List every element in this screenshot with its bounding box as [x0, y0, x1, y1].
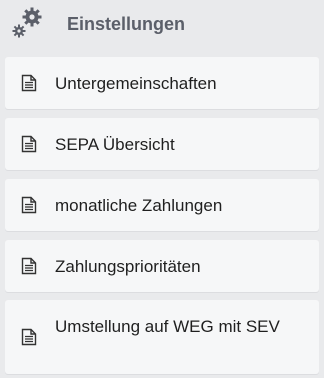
document-icon	[21, 257, 37, 275]
menu-item-label: Umstellung auf WEG mit SEV	[55, 317, 280, 336]
document-icon	[21, 74, 37, 92]
menu-item-label: Untergemeinschaften	[55, 74, 217, 93]
menu-item-label: monatliche Zahlungen	[55, 196, 223, 215]
menu-item-sepa-uebersicht[interactable]: SEPA Übersicht	[5, 118, 319, 170]
settings-header: Einstellungen	[0, 0, 324, 48]
page-title: Einstellungen	[67, 14, 186, 34]
document-icon	[21, 328, 37, 346]
menu-item-label: Zahlungsprioritäten	[55, 257, 201, 276]
menu-item-label: SEPA Übersicht	[55, 135, 175, 154]
document-icon	[21, 135, 37, 153]
settings-panel: Einstellungen Untergemeinschaften SEPA Ü…	[0, 0, 324, 378]
document-icon	[21, 196, 37, 214]
menu-item-untergemeinschaften[interactable]: Untergemeinschaften	[5, 57, 319, 109]
menu-item-monatliche-zahlungen[interactable]: monatliche Zahlungen	[5, 179, 319, 231]
menu-item-zahlungsprioritaeten[interactable]: Zahlungsprioritäten	[5, 240, 319, 292]
menu-item-umstellung-weg-sev[interactable]: Umstellung auf WEG mit SEV	[5, 300, 319, 374]
gears-icon	[10, 6, 46, 42]
